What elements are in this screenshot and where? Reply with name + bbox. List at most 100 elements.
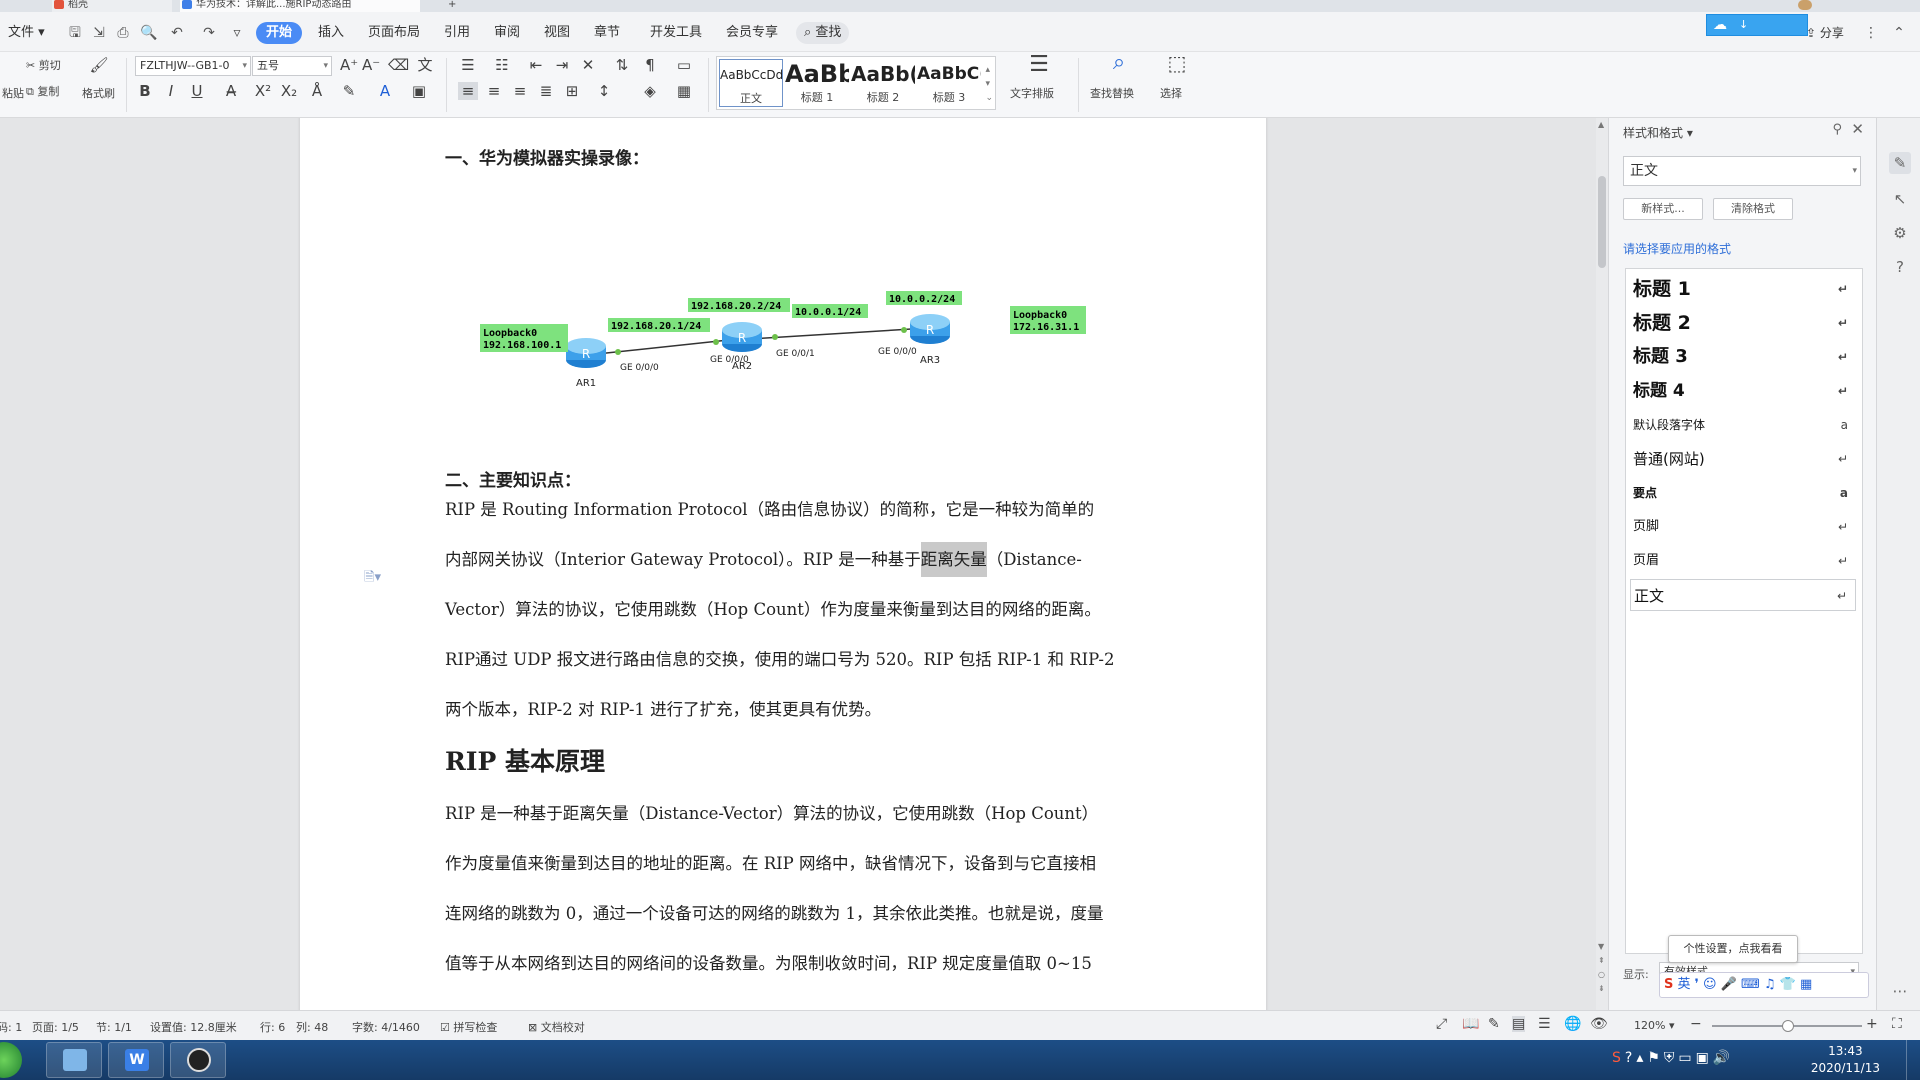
chinese-layout-icon[interactable]: ✕ [578,56,598,74]
system-clock[interactable]: 13:43 2020/11/13 [1811,1043,1880,1077]
scrollbar-thumb[interactable] [1598,176,1606,268]
add-tab-button[interactable]: + [444,0,468,12]
style-item-heading2[interactable]: 标题 2 ↵ [1630,307,1856,339]
copy-button[interactable]: ⧉ 复制 [26,84,59,100]
tab-references[interactable]: 引用 [438,22,476,44]
bullet-list-icon[interactable]: ☰ [458,56,478,74]
phonetic-icon[interactable]: 文 [414,56,436,74]
select-button[interactable]: 选择 [1160,86,1182,102]
style-item-heading1[interactable]: 标题 1 ↵ [1630,273,1856,305]
increase-indent-icon[interactable]: ⇥ [552,56,572,74]
file-menu[interactable]: 文件 ▾ [2,22,51,44]
strikethrough-icon[interactable]: A̶ [222,82,240,100]
collapse-ribbon-icon[interactable]: ⌃ [1890,24,1908,42]
find-replace-button[interactable]: 查找替换 [1090,86,1134,102]
column-number[interactable]: 列: 48 [296,1019,328,1035]
style-gallery-item-heading1[interactable]: AaBb 标题 1 [785,59,849,107]
text-layout-icon[interactable]: ☰ [1024,54,1054,76]
help-icon[interactable]: ? [1889,256,1911,278]
align-left-icon[interactable]: ≡ [458,82,478,100]
shading-icon[interactable]: ◈ [640,82,660,100]
start-button[interactable] [0,1042,22,1078]
current-style-select[interactable]: 正文 [1623,156,1861,186]
document-area[interactable]: 一、华为模拟器实操录像： R R R Loopback0 192.168.100… [0,118,1596,1010]
decrease-indent-icon[interactable]: ⇤ [526,56,546,74]
style-gallery-item-heading2[interactable]: AaBb( 标题 2 [851,59,915,107]
property-pane-icon[interactable]: ⚙ [1889,222,1911,244]
taskbar-obs[interactable] [170,1042,226,1078]
customize-icon[interactable]: ▿ [228,24,246,42]
zoom-level[interactable]: 120% ▾ [1634,1019,1674,1032]
style-gallery-item-heading3[interactable]: AaBbC( 标题 3 [917,59,981,107]
taskbar-app-1[interactable] [46,1042,102,1078]
font-color-icon[interactable]: A [376,82,394,100]
document-page[interactable]: 一、华为模拟器实操录像： R R R Loopback0 192.168.100… [300,118,1266,1010]
web-view-icon[interactable]: 🌐 [1564,1016,1581,1032]
fullscreen-icon[interactable]: ⤢ [1436,1016,1447,1032]
section-count[interactable]: 节: 1/1 [96,1019,132,1035]
setting-value[interactable]: 设置值: 12.8厘米 [150,1019,237,1035]
superscript-icon[interactable]: X² [254,82,272,100]
clear-format-button[interactable]: 清除格式 [1713,198,1793,220]
style-pane-icon[interactable]: ✎ [1889,152,1911,174]
zoom-slider-thumb[interactable] [1782,1020,1794,1032]
select-icon[interactable]: ⬚ [1162,53,1192,73]
grow-font-icon[interactable]: A⁺ [340,56,358,74]
align-center-icon[interactable]: ≡ [484,82,504,100]
document-scrollbar[interactable]: ▲ ▼ ⇞ ○ ⇟ [1596,118,1608,1010]
zoom-in-icon[interactable]: + [1866,1016,1878,1032]
table-border-icon[interactable]: ▭ [674,56,694,74]
selected-text[interactable]: 距离矢量 [920,542,987,577]
pin-icon[interactable]: ⚲ [1832,122,1842,137]
scroll-up-icon[interactable]: ▲ [1598,120,1604,129]
italic-icon[interactable]: I [162,82,180,100]
font-size-select[interactable]: 五号 [252,56,332,76]
word-count[interactable]: 字数: 4/1460 [352,1019,420,1035]
zoom-out-icon[interactable]: − [1690,1016,1702,1032]
edit-mode-icon[interactable]: ✎ [1488,1016,1500,1032]
search-box[interactable]: ⌕ 查找 [796,22,850,44]
clear-format-icon[interactable]: ⌫ [388,56,409,74]
personalize-tooltip[interactable]: 个性设置，点我看看 [1668,935,1798,963]
style-item-normal-web[interactable]: 普通(网站) ↵ [1630,443,1856,475]
tab-review[interactable]: 审阅 [488,22,526,44]
page-nav-icons[interactable]: ▼ ⇞ ○ ⇟ [1598,940,1605,996]
bold-icon[interactable]: B [136,82,154,100]
row-number[interactable]: 行: 6 [260,1019,285,1035]
page-number[interactable]: 页码: 1 [0,1019,22,1035]
tab-daoke[interactable]: 稻壳 [52,0,172,12]
style-item-header[interactable]: 页眉 ↵ [1630,545,1856,577]
tab-home[interactable]: 开始 [256,22,303,44]
justify-icon[interactable]: ≣ [536,82,556,100]
page-count[interactable]: 页面: 1/5 [32,1019,79,1035]
borders-icon[interactable]: ▦ [674,82,694,100]
more-tools-icon[interactable]: ⋯ [1889,980,1911,1002]
style-item-heading3[interactable]: 标题 3 ↵ [1630,341,1856,373]
underline-icon[interactable]: U [188,82,206,100]
page-view-icon[interactable]: ▤ [1512,1016,1526,1032]
align-right-icon[interactable]: ≡ [510,82,530,100]
distribute-icon[interactable]: ⊞ [562,82,582,100]
print-preview-icon[interactable]: 🔍 [140,24,158,42]
close-icon[interactable]: ✕ [1851,120,1864,138]
tab-member[interactable]: 会员专享 [720,22,784,44]
format-painter-label[interactable]: 格式刷 [82,86,115,102]
show-marks-icon[interactable]: ¶ [640,56,660,74]
more-icon[interactable]: ⋮ [1862,24,1880,42]
tab-view[interactable]: 视图 [538,22,576,44]
line-spacing-icon[interactable]: ↕ [594,82,614,100]
highlight-icon[interactable]: ✎ [340,82,358,100]
format-painter-icon[interactable]: 🖌 [88,56,110,74]
numbered-list-icon[interactable]: ☷ [492,56,512,74]
tab-document[interactable]: 华为技术：详解此...施RIP动态路由 [180,0,420,12]
text-layout-button[interactable]: 文字排版 [1010,86,1054,102]
doc-check-button[interactable]: ⊠ 文档校对 [528,1019,585,1035]
gallery-scroll-icon[interactable]: ▴ ▾ ⌄ [985,63,993,105]
style-item-footer[interactable]: 页脚 ↵ [1630,511,1856,543]
zoom-slider[interactable] [1712,1020,1862,1032]
export-icon[interactable]: ⇲ [90,24,108,42]
save-icon[interactable]: 🖫 [66,24,84,42]
redo-icon[interactable]: ↷ [200,24,218,42]
style-gallery-item-normal[interactable]: AaBbCcDd 正文 [719,59,783,107]
paragraph-handle-icon[interactable]: 🗎▾ [364,568,381,590]
